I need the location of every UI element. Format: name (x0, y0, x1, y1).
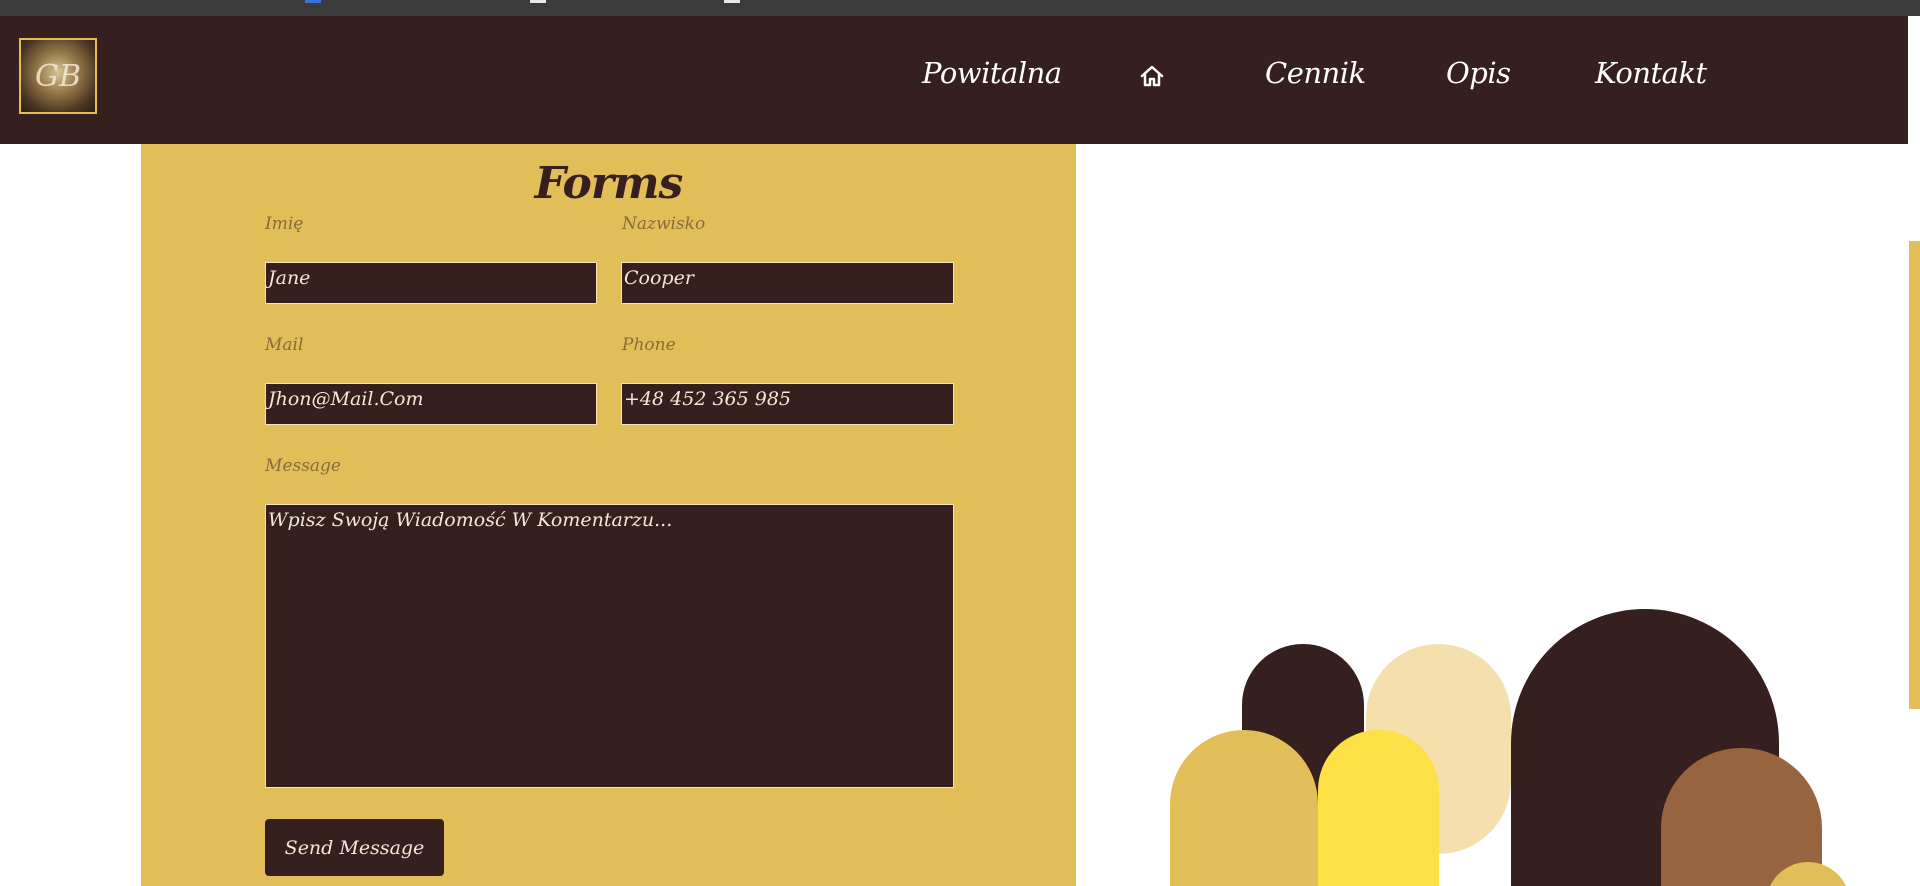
mail-label: Mail (265, 335, 304, 355)
browser-top-strip (0, 0, 1920, 16)
message-textarea[interactable]: Wpisz Swoją Wiadomość W Komentarzu... (265, 504, 954, 788)
contact-form-panel: Forms Imię Jane Nazwisko Cooper Mail Jho… (141, 144, 1076, 886)
logo-emblem: GB (34, 58, 81, 94)
form-title: Forms (534, 158, 684, 209)
first-name-input[interactable]: Jane (265, 262, 597, 304)
last-name-input[interactable]: Cooper (621, 262, 954, 304)
home-icon[interactable] (1139, 63, 1165, 89)
nav-item-opis[interactable]: Opis (1446, 56, 1511, 90)
nav-item-cennik[interactable]: Cennik (1265, 56, 1366, 90)
phone-label: Phone (622, 335, 676, 355)
tab-indicator (724, 0, 740, 3)
nav-item-kontakt[interactable]: Kontakt (1595, 56, 1707, 90)
side-accent-bar (1909, 241, 1920, 709)
nav-item-powitalna[interactable]: Powitalna (922, 56, 1062, 90)
tab-indicator (530, 0, 546, 3)
arch-gold (1170, 730, 1318, 886)
message-label: Message (265, 456, 341, 476)
arch-yellow (1318, 730, 1439, 886)
first-name-label: Imię (265, 214, 304, 234)
phone-input[interactable]: +48 452 365 985 (621, 383, 954, 425)
mail-input[interactable]: Jhon@Mail.Com (265, 383, 597, 425)
last-name-label: Nazwisko (622, 214, 706, 234)
tab-indicator (305, 0, 321, 3)
site-logo[interactable]: GB (19, 38, 97, 114)
send-message-button[interactable]: Send Message (265, 819, 444, 876)
site-header: GB Powitalna Cennik Opis Kontakt (0, 16, 1908, 144)
